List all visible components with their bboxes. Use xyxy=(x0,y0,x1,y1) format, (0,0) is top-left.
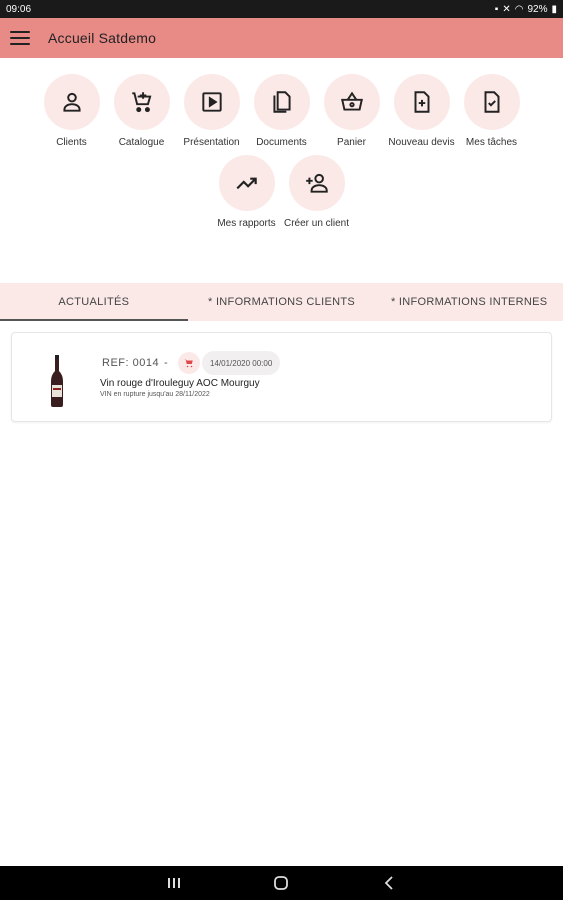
presentation-button[interactable]: Présentation xyxy=(183,74,240,149)
add-cart-icon xyxy=(131,92,151,113)
wifi-icon: ◠ xyxy=(514,3,524,15)
tab-informations-clients[interactable]: * INFORMATIONS CLIENTS xyxy=(188,283,376,321)
documents-button[interactable]: Documents xyxy=(253,74,310,149)
presentation-label: Présentation xyxy=(183,137,240,148)
product-ref: REF: 0014 xyxy=(102,357,160,369)
play-slideshow-icon xyxy=(201,92,222,112)
mes-rapports-button[interactable]: Mes rapports xyxy=(217,155,276,230)
battery-icon: ▮ xyxy=(551,3,557,15)
catalogue-label: Catalogue xyxy=(118,137,165,148)
nouveau-devis-button[interactable]: Nouveau devis xyxy=(388,74,455,149)
catalogue-button[interactable]: Catalogue xyxy=(113,74,170,149)
mes-rapports-label: Mes rapports xyxy=(217,218,276,229)
add-person-icon xyxy=(305,173,328,193)
recent-apps-icon[interactable] xyxy=(154,868,194,898)
tab-actualites[interactable]: ACTUALITÉS xyxy=(0,283,188,321)
hamburger-menu-icon[interactable] xyxy=(2,18,38,58)
new-document-icon xyxy=(414,91,429,113)
app-bar: Accueil Satdemo xyxy=(0,18,563,58)
news-card[interactable]: REF: 0014 - 14/01/2020 00:00 Vin rouge d… xyxy=(11,332,552,422)
status-time: 09:06 xyxy=(6,3,32,15)
tab-informations-internes[interactable]: * INFORMATIONS INTERNES xyxy=(375,283,563,321)
mes-taches-button[interactable]: Mes tâches xyxy=(463,74,520,149)
page-title: Accueil Satdemo xyxy=(48,30,157,46)
product-note: VIN en rupture jusqu'au 28/11/2022 xyxy=(100,391,210,398)
task-document-icon xyxy=(484,91,499,113)
person-icon xyxy=(62,92,81,112)
basket-icon xyxy=(340,91,363,111)
tab-bar: ACTUALITÉS * INFORMATIONS CLIENTS * INFO… xyxy=(0,283,563,321)
panier-button[interactable]: Panier xyxy=(323,74,380,149)
ref-separator: - xyxy=(164,357,168,369)
notification-icon: ▪ xyxy=(494,3,499,15)
trending-up-icon xyxy=(235,177,257,190)
documents-label: Documents xyxy=(256,137,307,148)
clients-label: Clients xyxy=(56,137,87,148)
creer-client-button[interactable]: Créer un client xyxy=(284,155,349,230)
cart-icon xyxy=(178,352,200,374)
mes-taches-label: Mes tâches xyxy=(465,137,518,148)
status-bar: 09:06 ▪ ✕ ◠ 92% ▮ xyxy=(0,0,563,18)
nouveau-devis-label: Nouveau devis xyxy=(388,137,455,148)
back-icon[interactable] xyxy=(369,868,409,898)
panier-label: Panier xyxy=(337,137,366,148)
product-name: Vin rouge d'Irouleguy AOC Mourguy xyxy=(100,378,260,389)
status-icons: ▪ ✕ ◠ 92% ▮ xyxy=(495,4,557,15)
system-navigation-bar xyxy=(0,866,563,900)
clients-button[interactable]: Clients xyxy=(43,74,100,149)
date-chip: 14/01/2020 00:00 xyxy=(202,351,281,375)
mute-icon: ✕ xyxy=(502,3,511,15)
wine-bottle-image xyxy=(51,355,63,407)
action-grid: Clients Catalogue Présentation Documents… xyxy=(0,74,563,230)
home-icon[interactable] xyxy=(261,868,301,898)
creer-client-label: Créer un client xyxy=(283,218,350,229)
documents-icon xyxy=(272,91,291,113)
battery-percent: 92% xyxy=(527,3,548,15)
